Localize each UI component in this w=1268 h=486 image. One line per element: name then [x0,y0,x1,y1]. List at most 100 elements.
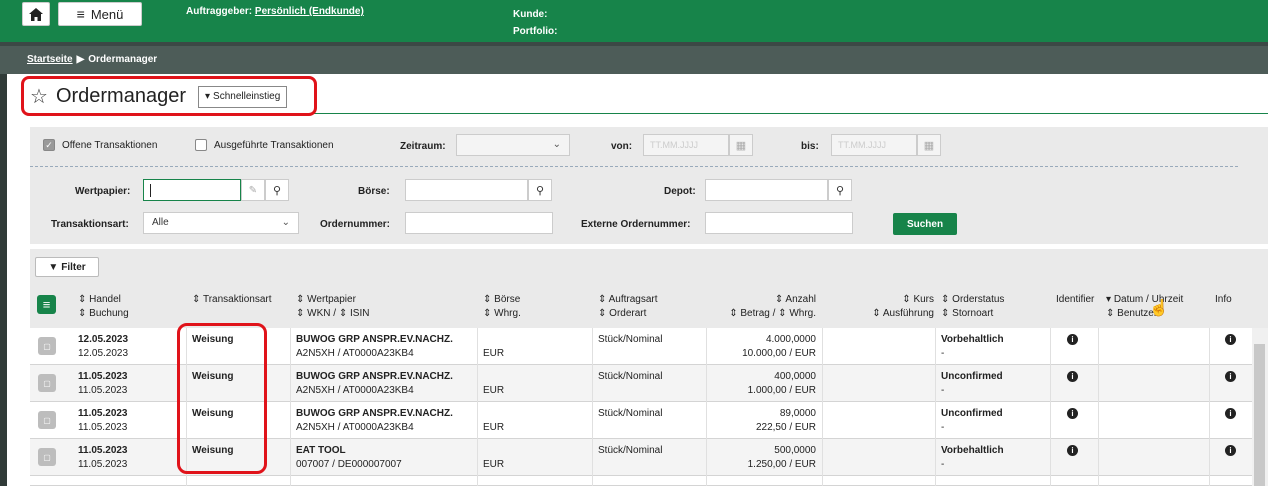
col-header-identifier[interactable]: Identifier [1056,293,1094,307]
column-divider [706,328,707,486]
externe-ordernummer-input[interactable] [705,212,853,234]
text-caret [150,184,151,197]
cell-auftragsart: Stück/Nominal [598,408,663,419]
cell-wertpapier: EAT TOOL [296,445,346,456]
breadcrumb-current: Ordermanager [88,54,158,65]
edit-icon[interactable]: ✎ [241,179,265,201]
cell-orderstatus: Unconfirmed [941,371,1003,382]
chevron-down-icon: ⌄ [552,139,561,150]
cell-buchung: 11.05.2023 [78,422,128,433]
executed-transactions-label: Ausgeführte Transaktionen [214,140,334,151]
row-info-icon[interactable]: i [1225,371,1236,382]
table-row-partial[interactable] [30,476,1252,486]
menu-button[interactable]: ≡ Menü [58,2,142,26]
row-info-icon[interactable]: i [1225,334,1236,345]
cell-handel: 11.05.2023 [78,371,128,382]
breadcrumb-bar: Startseite ▶ Ordermanager [0,42,1268,74]
row-expand-button[interactable]: ▢ [38,337,56,355]
column-divider [290,328,291,486]
bis-label: bis: [801,141,819,152]
col-header-kurs[interactable]: ⇕ Kurs ⇕ Ausführung [830,293,934,321]
check-icon: ✓ [45,139,53,150]
row-expand-button[interactable]: ▢ [38,411,56,429]
cell-whrg: EUR [483,348,505,359]
executed-transactions-checkbox[interactable] [195,139,207,151]
transaktionsart-select[interactable]: Alle ⌄ [143,212,299,234]
cell-orderstatus: Vorbehaltlich [941,334,1004,345]
title-divider [290,113,1268,114]
col-header-wertpapier[interactable]: ⇕ Wertpapier ⇕ WKN / ⇕ ISIN [296,293,369,321]
row-expand-button[interactable]: ▢ [38,448,56,466]
cell-whrg: EUR [483,459,505,470]
auftraggeber-link[interactable]: Persönlich (Endkunde) [255,6,364,17]
filter-button[interactable]: ▼ Filter [35,257,99,277]
col-header-transaktionsart[interactable]: ⇕ Transaktionsart [192,293,272,307]
cell-betrag: 222,50 / EUR [755,422,816,433]
cell-stornoart: - [941,459,945,470]
funnel-icon: ▼ [48,261,59,273]
row-expand-button[interactable]: ▢ [38,374,56,392]
column-menu-button[interactable]: ≡ [37,295,56,314]
column-divider [1209,328,1210,486]
chevron-down-icon: ⌄ [281,217,290,228]
calendar-icon[interactable]: ▦ [917,134,941,156]
hamburger-icon: ≡ [42,297,51,312]
depot-input[interactable] [705,179,828,201]
identifier-info-icon[interactable]: i [1067,445,1078,456]
cell-wkn-isin: 007007 / DE000007007 [296,459,402,470]
home-button[interactable] [22,2,50,26]
col-header-orderstatus[interactable]: ⇕ Orderstatus ⇕ Stornoart [941,293,1004,321]
row-info-icon[interactable]: i [1225,408,1236,419]
col-header-info[interactable]: Info [1215,293,1232,307]
cell-handel: 11.05.2023 [78,408,128,419]
cell-anzahl: 400,0000 [774,371,816,382]
col-header-auftragsart[interactable]: ⇕ Auftragsart ⇕ Orderart [598,293,658,321]
cell-betrag: 1.000,00 / EUR [747,385,816,396]
wertpapier-search-icon[interactable]: ⚲ [265,179,289,201]
boerse-label: Börse: [358,186,390,197]
wertpapier-input[interactable] [143,179,241,201]
highlight-annotation-title [21,76,317,116]
open-transactions-checkbox[interactable]: ✓ [43,139,55,151]
cell-buchung: 11.05.2023 [78,459,128,470]
cell-wertpapier: BUWOG GRP ANSPR.EV.NACHZ. [296,408,453,419]
scrollbar-thumb[interactable] [1254,344,1265,486]
von-date-input[interactable]: TT.MM.JJJJ [643,134,729,156]
ordernummer-input[interactable] [405,212,553,234]
zeitraum-select[interactable]: ⌄ [456,134,570,156]
col-header-boerse[interactable]: ⇕ Börse ⇕ Whrg. [483,293,521,321]
breadcrumb-home-link[interactable]: Startseite [27,54,73,65]
identifier-info-icon[interactable]: i [1067,334,1078,345]
column-divider [1098,328,1099,486]
column-divider [935,328,936,486]
identifier-info-icon[interactable]: i [1067,371,1078,382]
cell-anzahl: 500,0000 [774,445,816,456]
cell-buchung: 11.05.2023 [78,385,128,396]
cell-whrg: EUR [483,385,505,396]
highlight-annotation-column [177,323,267,474]
row-info-icon[interactable]: i [1225,445,1236,456]
boerse-search-icon[interactable]: ⚲ [528,179,552,201]
hamburger-icon: ≡ [76,6,85,22]
boerse-input[interactable] [405,179,528,201]
breadcrumb: Startseite ▶ Ordermanager [27,54,157,65]
calendar-icon[interactable]: ▦ [729,134,753,156]
cell-orderstatus: Vorbehaltlich [941,445,1004,456]
cell-betrag: 1.250,00 / EUR [747,459,816,470]
cell-betrag: 10.000,00 / EUR [742,348,816,359]
column-divider [1050,328,1051,486]
bis-date-input[interactable]: TT.MM.JJJJ [831,134,917,156]
col-header-anzahl[interactable]: ⇕ Anzahl ⇕ Betrag / ⇕ Whrg. [706,293,816,321]
col-header-datum[interactable]: ▾ Datum / Uhrzeit ⇕ Benutzer [1106,293,1183,321]
home-icon [29,7,43,21]
depot-search-icon[interactable]: ⚲ [828,179,852,201]
wertpapier-label: Wertpapier: [75,186,131,197]
identifier-info-icon[interactable]: i [1067,408,1078,419]
cell-handel: 11.05.2023 [78,445,128,456]
filter-label: Filter [61,261,86,273]
search-button[interactable]: Suchen [893,213,957,235]
kunde-label: Kunde: [513,9,548,20]
col-header-handel[interactable]: ⇕ Handel ⇕ Buchung [78,293,129,321]
cell-auftragsart: Stück/Nominal [598,334,663,345]
transaktionsart-label: Transaktionsart: [51,219,129,230]
